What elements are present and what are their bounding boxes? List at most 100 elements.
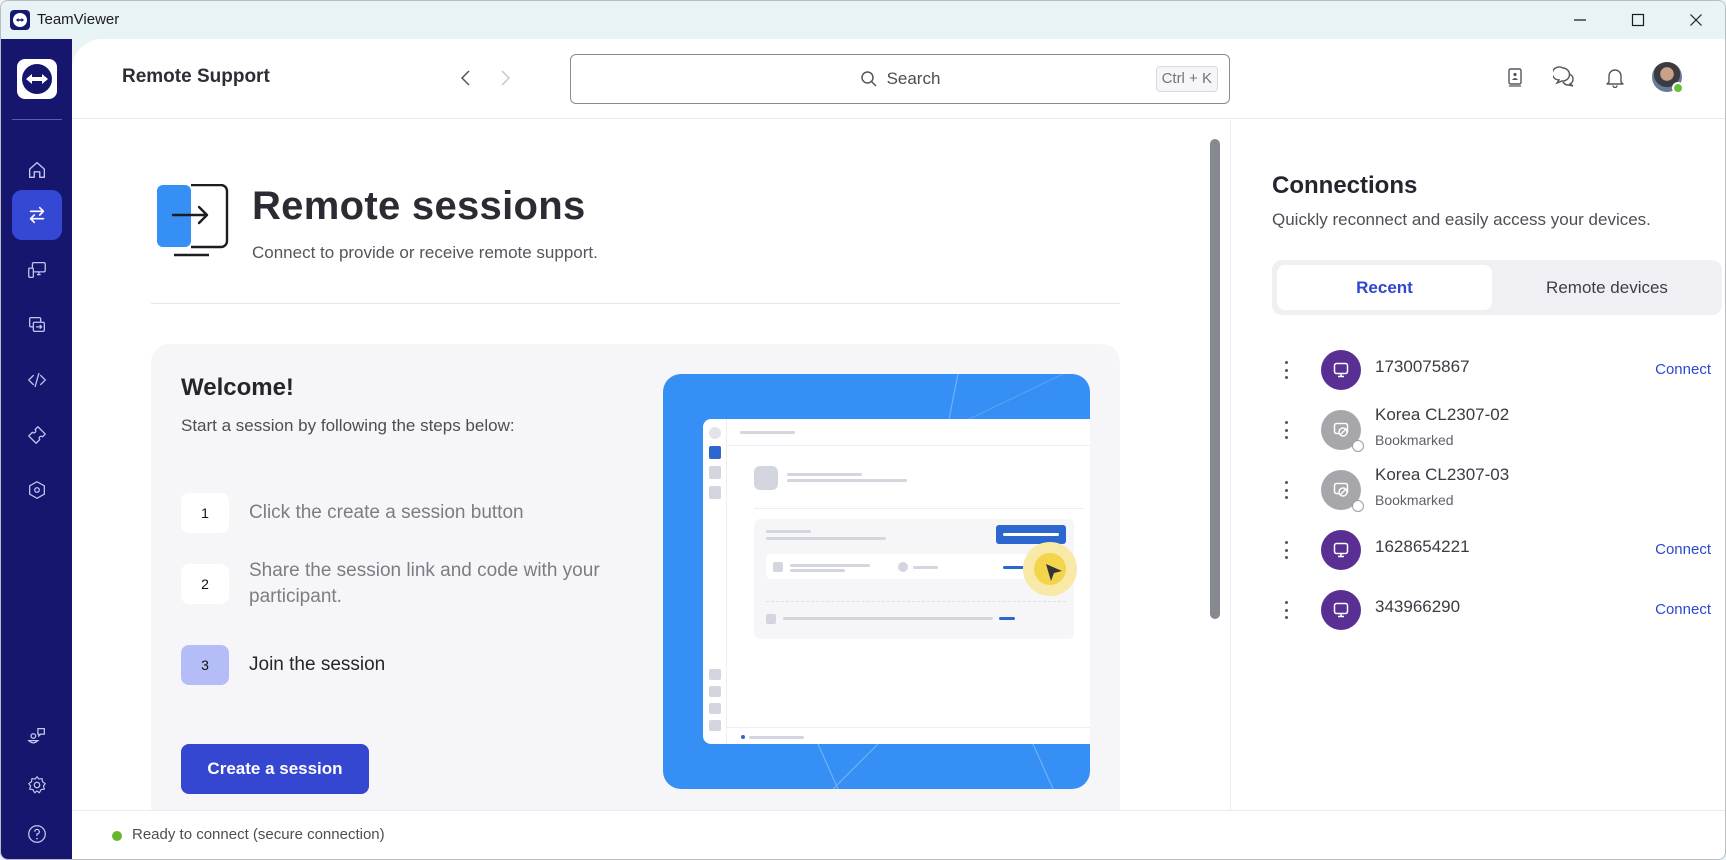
chevron-left-icon xyxy=(460,70,470,86)
offline-status-badge xyxy=(1352,440,1364,452)
connection-item[interactable]: Korea CL2307-03 Bookmarked xyxy=(1281,465,1725,515)
close-button[interactable] xyxy=(1667,1,1725,39)
connection-status-indicator xyxy=(112,831,122,841)
screen-share-icon xyxy=(29,317,45,333)
tab-remote-devices[interactable]: Remote devices xyxy=(1497,265,1717,310)
sidebar-item-device-management[interactable] xyxy=(12,465,62,515)
hex-refresh-icon xyxy=(29,481,45,499)
window-title: TeamViewer xyxy=(37,11,120,28)
search-input[interactable]: Search Ctrl + K xyxy=(570,54,1230,104)
more-options-icon[interactable] xyxy=(1281,421,1291,439)
close-icon xyxy=(1690,14,1702,26)
connection-item[interactable]: 343966290 Connect xyxy=(1281,585,1725,635)
connection-item[interactable]: 1628654221 Connect xyxy=(1281,525,1725,575)
sidebar-item-home[interactable] xyxy=(12,145,62,195)
step-number: 2 xyxy=(181,564,229,604)
section-divider xyxy=(151,303,1120,304)
monitor-icon xyxy=(1333,362,1349,378)
app-mockup xyxy=(703,419,1090,744)
search-placeholder: Search xyxy=(886,69,941,88)
forward-button[interactable] xyxy=(493,66,517,90)
sidebar-divider xyxy=(12,119,62,120)
monitor-icon xyxy=(1333,602,1349,618)
welcome-card: Welcome! Start a session by following th… xyxy=(151,344,1120,810)
title-bar: TeamViewer xyxy=(1,1,1725,39)
welcome-heading: Welcome! xyxy=(181,374,294,401)
sidebar-item-tickets[interactable] xyxy=(12,410,62,460)
bell-icon xyxy=(1606,69,1624,88)
offline-device-icon xyxy=(1333,422,1349,437)
contacts-book-icon xyxy=(1508,68,1522,87)
maximize-button[interactable] xyxy=(1609,1,1667,39)
device-name: Korea CL2307-02 xyxy=(1375,405,1510,424)
device-label: Bookmarked xyxy=(1375,492,1454,508)
device-label: Bookmarked xyxy=(1375,432,1454,448)
device-avatar xyxy=(1321,590,1361,630)
help-icon xyxy=(28,825,46,843)
step-1: 1 Click the create a session button xyxy=(181,493,639,533)
connect-link[interactable]: Connect xyxy=(1655,601,1711,618)
app-header: Remote Support Search Ctrl + K xyxy=(72,39,1725,119)
sidebar-item-remote-access[interactable] xyxy=(12,300,62,350)
page-title: Remote Support xyxy=(122,66,270,87)
search-icon xyxy=(860,71,877,87)
sidebar-item-help[interactable] xyxy=(12,809,62,859)
maximize-icon xyxy=(1631,13,1645,27)
connections-title: Connections xyxy=(1272,172,1418,199)
user-online-status-badge xyxy=(1672,82,1684,94)
app-logo[interactable] xyxy=(17,59,57,99)
welcome-subheading: Start a session by following the steps b… xyxy=(181,416,515,435)
teamviewer-logo-icon xyxy=(22,64,52,94)
more-options-icon[interactable] xyxy=(1281,601,1291,619)
teamviewer-logo-icon xyxy=(10,10,30,30)
gear-icon xyxy=(28,776,46,794)
step-text: Join the session xyxy=(249,654,386,675)
swap-arrows-icon xyxy=(29,206,45,224)
device-name: 1628654221 xyxy=(1375,537,1470,556)
status-bar: Ready to connect (secure connection) xyxy=(72,810,1725,859)
sidebar-item-settings[interactable] xyxy=(12,760,62,810)
sidebar-item-developer[interactable] xyxy=(12,355,62,405)
minimize-icon xyxy=(1574,19,1586,21)
teamviewer-window: TeamViewer Remote Support Search Ctrl + … xyxy=(0,0,1726,860)
step-number: 3 xyxy=(181,645,229,685)
sidebar xyxy=(1,39,72,859)
step-2: 2 Share the session link and code with y… xyxy=(181,558,639,610)
main-scrollbar-thumb[interactable] xyxy=(1210,139,1220,619)
sidebar-item-remote-support[interactable] xyxy=(12,190,62,240)
content-area: Remote Support Search Ctrl + K Remote se… xyxy=(72,39,1725,859)
step-text: Share the session link and code with you… xyxy=(249,560,600,607)
connect-link[interactable]: Connect xyxy=(1655,361,1711,378)
device-avatar xyxy=(1321,350,1361,390)
remote-sessions-subtitle: Connect to provide or receive remote sup… xyxy=(252,243,598,262)
device-name: Korea CL2307-03 xyxy=(1375,465,1510,484)
connections-panel: Connections Quickly reconnect and easily… xyxy=(1230,120,1725,810)
notifications-button[interactable] xyxy=(1601,63,1629,91)
step-text: Click the create a session button xyxy=(249,502,524,523)
connection-item[interactable]: 1730075867 Connect xyxy=(1281,345,1725,395)
chat-button[interactable] xyxy=(1551,63,1579,91)
session-illustration xyxy=(663,374,1090,789)
remote-session-icon xyxy=(157,184,229,257)
home-icon xyxy=(28,161,46,179)
offline-device-icon xyxy=(1333,482,1349,497)
back-button[interactable] xyxy=(454,66,478,90)
create-session-button[interactable]: Create a session xyxy=(181,744,369,794)
chevron-right-icon xyxy=(501,70,511,86)
tab-recent[interactable]: Recent xyxy=(1277,265,1492,310)
more-options-icon[interactable] xyxy=(1281,481,1291,499)
more-options-icon[interactable] xyxy=(1281,541,1291,559)
connection-item[interactable]: Korea CL2307-02 Bookmarked xyxy=(1281,405,1725,455)
sidebar-item-devices[interactable] xyxy=(12,245,62,295)
connections-subtitle: Quickly reconnect and easily access your… xyxy=(1272,210,1651,229)
contacts-button[interactable] xyxy=(1501,63,1529,91)
more-options-icon[interactable] xyxy=(1281,361,1291,379)
device-avatar xyxy=(1321,530,1361,570)
ticket-icon xyxy=(28,426,46,444)
search-shortcut-hint: Ctrl + K xyxy=(1155,66,1218,92)
minimize-button[interactable] xyxy=(1551,1,1609,39)
connect-link[interactable]: Connect xyxy=(1655,541,1711,558)
connections-tabs: Recent Remote devices xyxy=(1272,260,1722,315)
sidebar-item-community[interactable] xyxy=(12,711,62,761)
devices-icon xyxy=(28,262,46,278)
